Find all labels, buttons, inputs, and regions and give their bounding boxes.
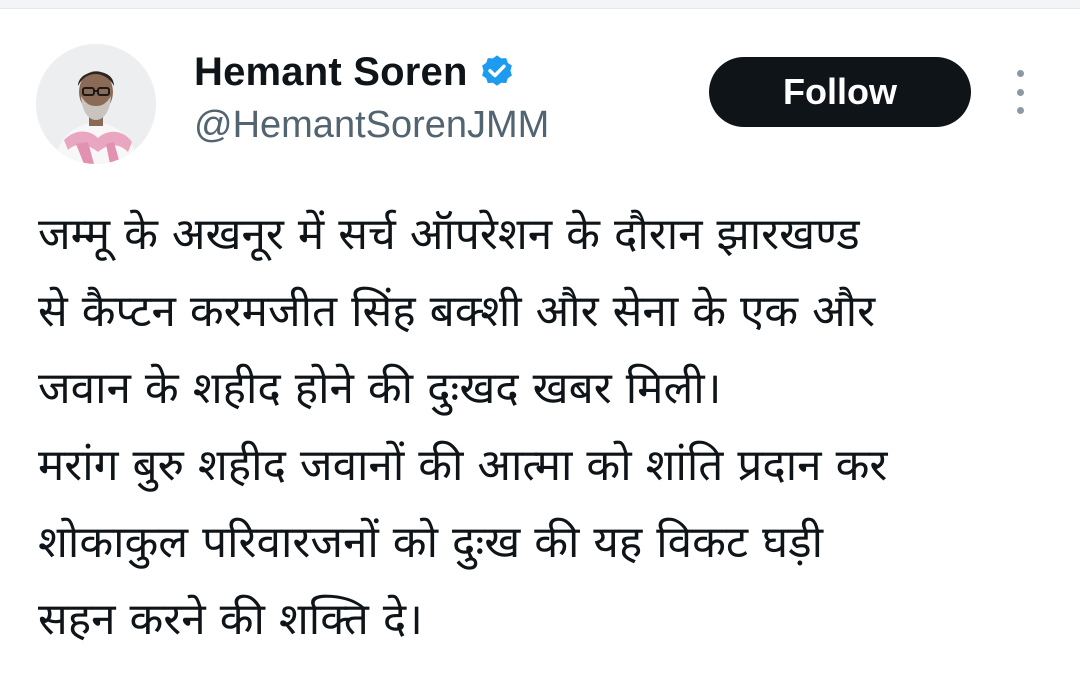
top-divider	[0, 0, 1080, 9]
tweet-line: जवान के शहीद होने की दुःखद खबर मिली।	[38, 363, 722, 414]
tweet-line: मरांग बुरु शहीद जवानों की आत्मा को शांति…	[38, 440, 888, 491]
author-display-name[interactable]: Hemant Soren	[194, 50, 468, 95]
tweet-line: सहन करने की शक्ति दे।	[38, 594, 423, 645]
ellipsis-dot	[1016, 70, 1024, 77]
avatar[interactable]	[36, 44, 156, 164]
tweet-text: जम्मू के अखनूर में सर्च ऑपरेशन के दौरान …	[38, 196, 1048, 658]
tweet-line: से कैप्टन करमजीत सिंह बक्शी और सेना के ए…	[38, 286, 876, 337]
ellipsis-dot	[1016, 88, 1024, 96]
author-handle[interactable]: @HemantSorenJMM	[194, 104, 549, 147]
verified-badge-icon	[478, 53, 516, 91]
ellipsis-dot	[1016, 107, 1024, 114]
follow-button[interactable]: Follow	[709, 57, 971, 127]
author-name-row: Hemant Soren	[194, 46, 516, 98]
tweet-line: जम्मू के अखनूर में सर्च ऑपरेशन के दौरान …	[38, 209, 860, 260]
vertical-ellipsis-icon[interactable]	[1006, 70, 1034, 114]
tweet-line: शोकाकुल परिवारजनों को दुःख की यह विकट घड…	[38, 517, 824, 568]
profile-photo-icon	[36, 44, 156, 164]
